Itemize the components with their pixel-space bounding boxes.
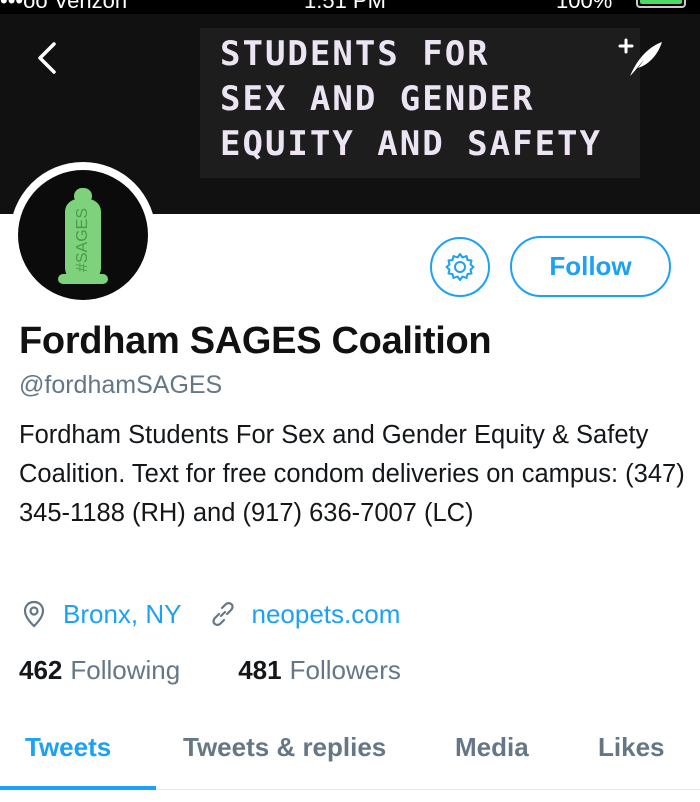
followers-stat[interactable]: 481 Followers [238, 655, 401, 686]
profile-handle: @fordhamSAGES [19, 371, 223, 399]
status-bar: •••oo Verizon 1:51 PM 100% [0, 0, 700, 14]
avatar-label: #SAGES [74, 208, 91, 272]
profile-bio: Fordham Students For Sex and Gender Equi… [19, 421, 685, 527]
profile-location[interactable]: Bronx, NY [19, 599, 182, 630]
active-tab-indicator [0, 786, 156, 790]
avatar[interactable]: #SAGES [10, 162, 156, 308]
tab-tweets[interactable]: Tweets [25, 732, 111, 763]
follow-button[interactable]: Follow [510, 236, 671, 297]
following-count: 462 [19, 654, 63, 685]
tab-media[interactable]: Media [455, 732, 529, 763]
carrier-label: •••oo Verizon [0, 0, 128, 13]
followers-label: Followers [289, 654, 401, 685]
compose-tweet-button[interactable] [614, 36, 666, 82]
profile-website[interactable]: neopets.com [208, 599, 401, 630]
tab-likes[interactable]: Likes [598, 732, 665, 763]
profile-name: Fordham SAGES Coalition [19, 320, 492, 362]
link-icon [211, 602, 234, 626]
battery-percent: 100% [556, 0, 613, 13]
location-pin-icon [23, 600, 45, 628]
following-label: Following [70, 654, 181, 685]
avatar-image: #SAGES [18, 170, 148, 300]
battery-icon [636, 0, 686, 8]
profile-stats: 462 Following 481 Followers [19, 652, 459, 688]
following-stat[interactable]: 462 Following [19, 655, 180, 686]
profile-meta: Bronx, NY neopets.com [19, 596, 426, 632]
followers-count: 481 [238, 654, 282, 685]
banner-text: STUDENTS FOR SEX AND GENDER EQUITY AND S… [220, 34, 602, 164]
website-link[interactable]: neopets.com [252, 599, 401, 630]
back-button[interactable] [28, 38, 68, 78]
profile-settings-button[interactable] [430, 237, 490, 297]
chevron-left-icon [38, 42, 56, 74]
tab-tweets-and-replies[interactable]: Tweets & replies [183, 732, 386, 763]
condom-logo-icon: #SAGES [58, 188, 108, 284]
gear-icon [445, 253, 475, 281]
profile-tabs: Tweets Tweets & replies Media Likes [0, 714, 700, 790]
clock: 1:51 PM [304, 0, 386, 13]
compose-tweet-icon [618, 38, 662, 76]
location-text[interactable]: Bronx, NY [63, 599, 182, 630]
